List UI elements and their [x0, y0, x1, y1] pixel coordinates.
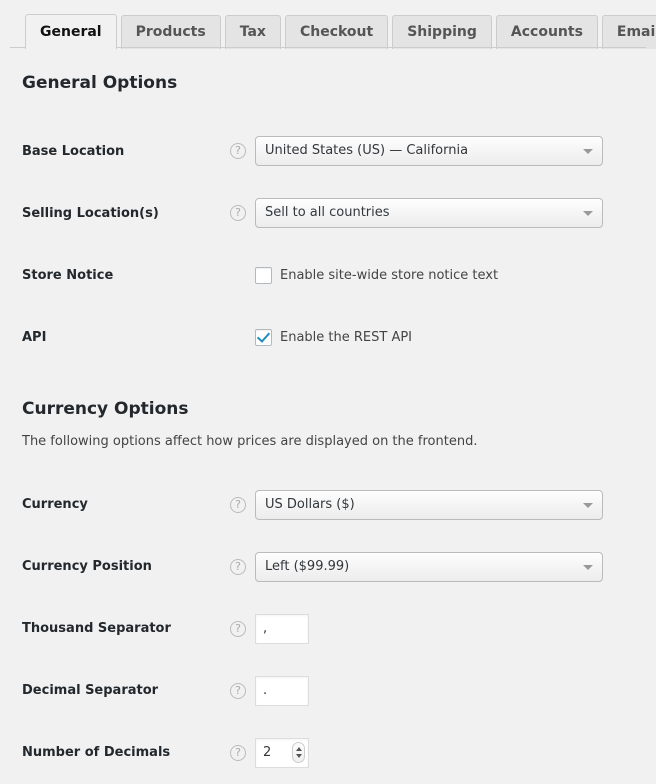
api-checkbox[interactable]	[255, 329, 272, 346]
row-api: API Enable the REST API	[22, 306, 636, 368]
base-location-select[interactable]: United States (US) — California	[255, 136, 603, 166]
currency-position-value: Left ($99.99)	[265, 553, 574, 581]
tab-checkout[interactable]: Checkout	[285, 15, 388, 49]
label-selling-locations: Selling Location(s)	[22, 182, 230, 244]
label-currency: Currency	[22, 474, 230, 536]
tab-general[interactable]: General	[25, 14, 117, 49]
label-store-notice: Store Notice	[22, 244, 230, 306]
help-icon-selling-locations[interactable]: ?	[230, 205, 246, 221]
currency-value: US Dollars ($)	[265, 491, 574, 519]
help-icon-thousand-separator[interactable]: ?	[230, 621, 246, 637]
tab-tax[interactable]: Tax	[225, 15, 281, 49]
number-of-decimals-stepper[interactable]	[255, 738, 309, 768]
settings-content: General Options Base Location ? United S…	[0, 48, 656, 784]
label-currency-position: Currency Position	[22, 536, 230, 598]
label-api: API	[22, 306, 230, 368]
currency-select[interactable]: US Dollars ($)	[255, 490, 603, 520]
help-icon-number-of-decimals[interactable]: ?	[230, 745, 246, 761]
currency-options-heading: Currency Options	[22, 398, 636, 420]
tab-accounts[interactable]: Accounts	[496, 15, 598, 49]
label-base-location: Base Location	[22, 120, 230, 182]
tab-emails[interactable]: Emails	[602, 15, 656, 49]
row-currency: Currency ? US Dollars ($)	[22, 474, 636, 536]
api-checkbox-label: Enable the REST API	[280, 330, 412, 345]
row-store-notice: Store Notice Enable site-wide store noti…	[22, 244, 636, 306]
selling-locations-select[interactable]: Sell to all countries	[255, 198, 603, 228]
help-icon-currency-position[interactable]: ?	[230, 559, 246, 575]
row-selling-locations: Selling Location(s) ? Sell to all countr…	[22, 182, 636, 244]
store-notice-checkbox-label: Enable site-wide store notice text	[280, 268, 498, 283]
help-icon-decimal-separator[interactable]: ?	[230, 683, 246, 699]
currency-options-table: Currency ? US Dollars ($) Currency Posit…	[22, 474, 636, 784]
thousand-separator-input[interactable]	[255, 614, 309, 644]
row-thousand-separator: Thousand Separator ?	[22, 598, 636, 660]
api-checkbox-row[interactable]: Enable the REST API	[255, 329, 412, 346]
label-thousand-separator: Thousand Separator	[22, 598, 230, 660]
row-base-location: Base Location ? United States (US) — Cal…	[22, 120, 636, 182]
currency-position-select[interactable]: Left ($99.99)	[255, 552, 603, 582]
store-notice-checkbox[interactable]	[255, 267, 272, 284]
chevron-down-icon	[583, 503, 593, 508]
stepper-down-icon[interactable]	[296, 754, 302, 758]
general-options-table: Base Location ? United States (US) — Cal…	[22, 120, 636, 368]
label-decimal-separator: Decimal Separator	[22, 660, 230, 722]
chevron-down-icon	[583, 565, 593, 570]
chevron-down-icon	[583, 211, 593, 216]
tab-shipping[interactable]: Shipping	[392, 15, 492, 49]
settings-tab-bar: General Products Tax Checkout Shipping A…	[0, 0, 656, 48]
decimal-separator-input[interactable]	[255, 676, 309, 706]
store-notice-checkbox-row[interactable]: Enable site-wide store notice text	[255, 267, 498, 284]
row-number-of-decimals: Number of Decimals ?	[22, 722, 636, 784]
help-icon-base-location[interactable]: ?	[230, 143, 246, 159]
row-currency-position: Currency Position ? Left ($99.99)	[22, 536, 636, 598]
general-options-heading: General Options	[22, 72, 636, 94]
help-icon-currency[interactable]: ?	[230, 497, 246, 513]
row-decimal-separator: Decimal Separator ?	[22, 660, 636, 722]
label-number-of-decimals: Number of Decimals	[22, 722, 230, 784]
chevron-down-icon	[583, 149, 593, 154]
stepper-up-icon[interactable]	[296, 747, 302, 751]
currency-options-description: The following options affect how prices …	[22, 432, 636, 452]
tab-products[interactable]: Products	[121, 15, 221, 49]
selling-locations-value: Sell to all countries	[265, 199, 574, 227]
base-location-value: United States (US) — California	[265, 137, 574, 165]
